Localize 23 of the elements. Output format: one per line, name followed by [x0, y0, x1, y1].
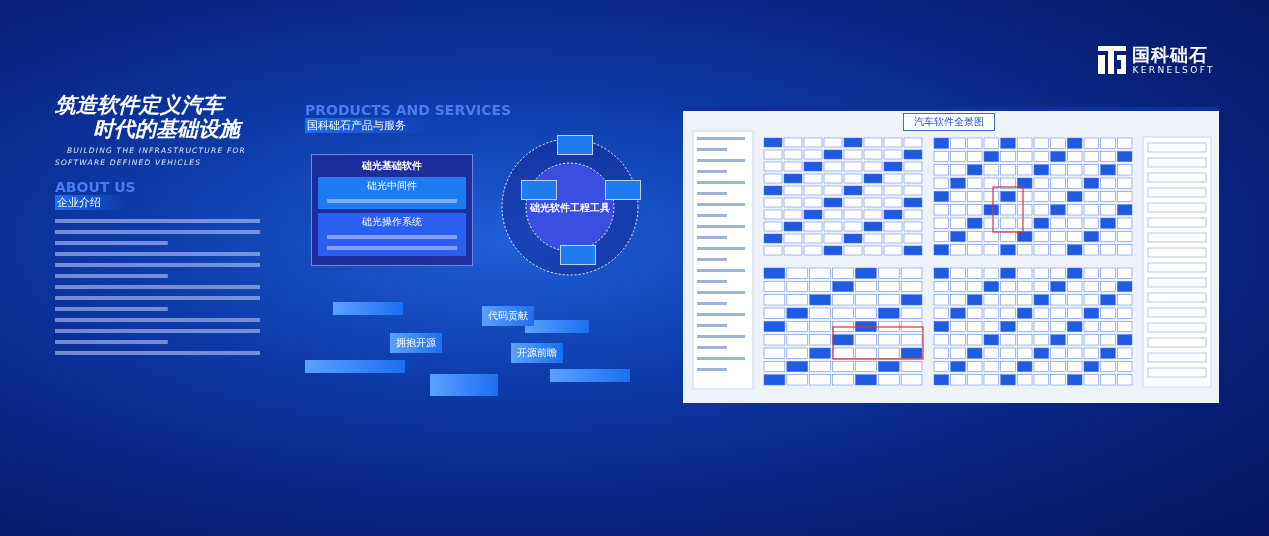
headline: 筑造软件定义汽车: [55, 93, 270, 117]
group-title: 础光操作系统: [362, 215, 422, 229]
open-source-tag: 开源前瞻: [511, 343, 563, 363]
group-title: 础光中间件: [367, 179, 417, 193]
logo-name: 国科础石: [1132, 45, 1210, 65]
tool-card: [605, 180, 641, 200]
logo-icon: [1098, 46, 1127, 74]
card-title: 础光基础软件: [362, 159, 422, 173]
blurred-tag: [525, 320, 589, 333]
section-watermark: PRODUCTS AND SERVICES: [305, 102, 512, 118]
tool-card: [521, 180, 557, 200]
panorama-title: 汽车软件全景图: [903, 113, 995, 131]
headline: 时代的基础设施: [55, 117, 270, 141]
blurred-tag: [430, 374, 498, 396]
tool-card: [557, 135, 593, 155]
section-title: 企业介绍: [55, 195, 125, 210]
tool-card: [560, 245, 596, 265]
open-source-tag: 拥抱开源: [390, 333, 442, 353]
blurred-tag: [333, 302, 403, 315]
circle-title: 础光软件工程工具: [529, 201, 611, 215]
section-watermark: ABOUT US: [55, 179, 136, 195]
open-source-tag: 代码贡献: [482, 306, 534, 326]
logo-english: KERNELSOFT: [1132, 65, 1215, 75]
